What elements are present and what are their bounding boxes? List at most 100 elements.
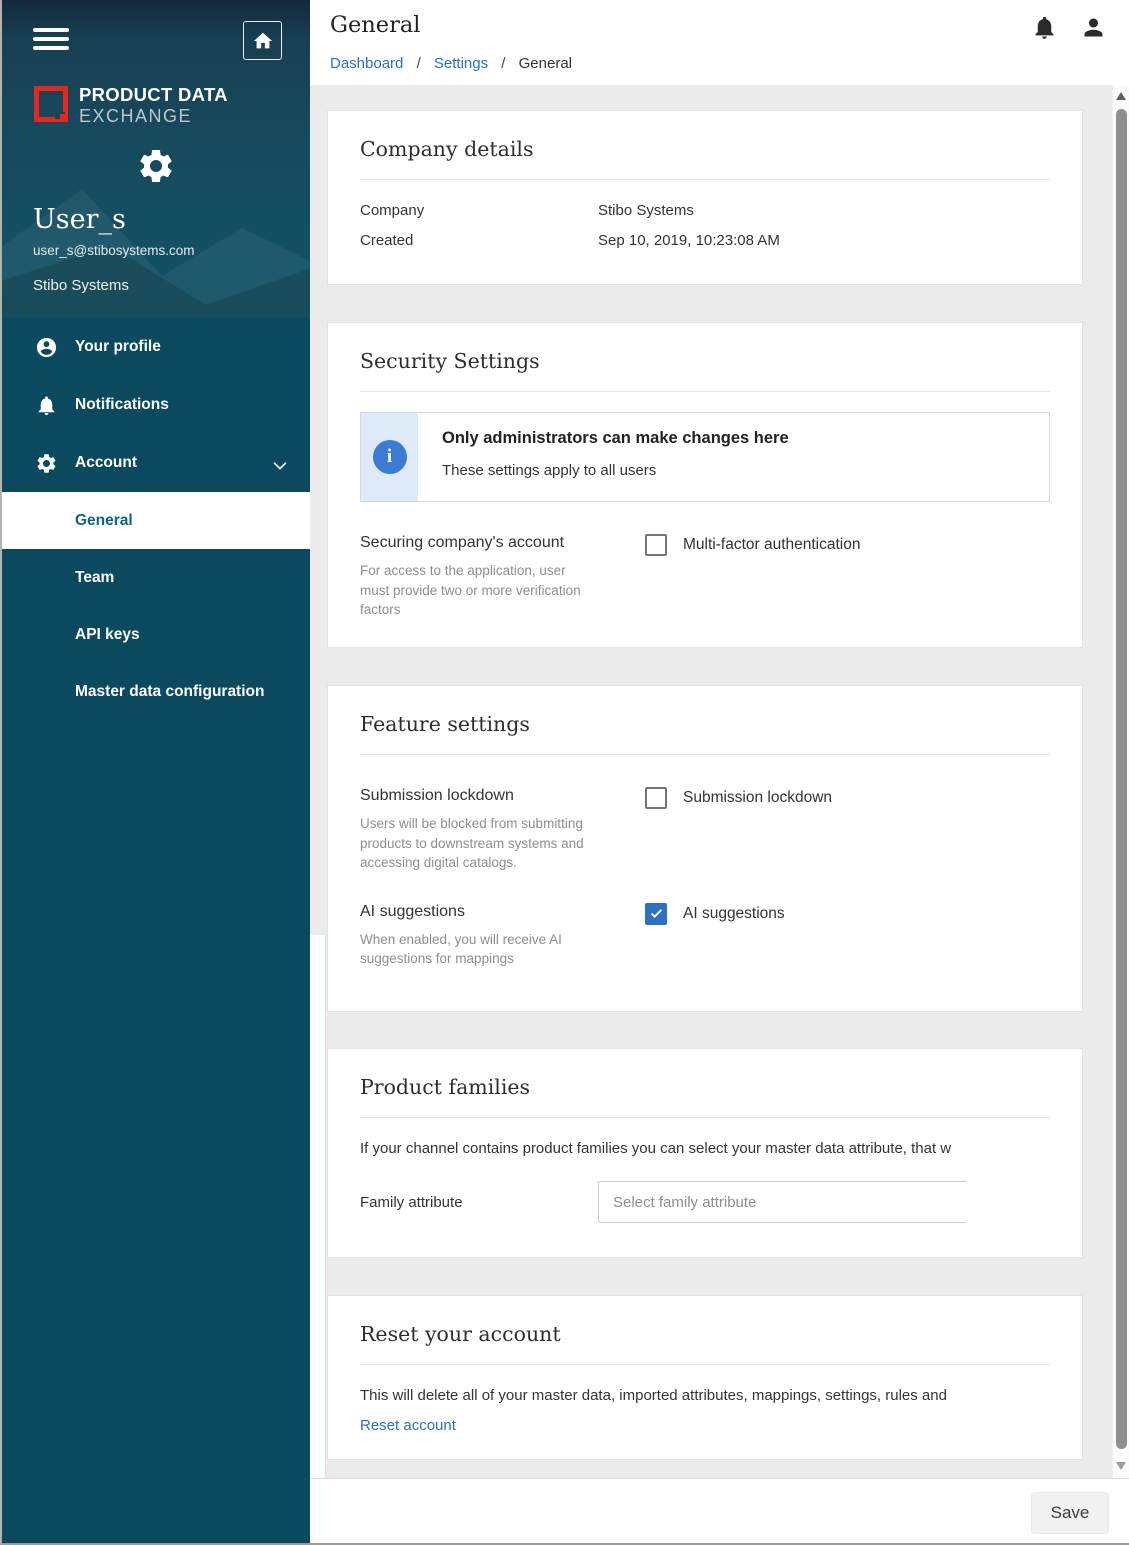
scrollbar-up-arrow-icon[interactable] (1116, 92, 1126, 100)
alert-icon-strip (361, 413, 418, 501)
topbar-icons (1031, 14, 1107, 41)
sidebar-subitem-label: General (75, 512, 133, 530)
submission-lockdown-row: Submission lockdown Users will be blocke… (360, 787, 1050, 873)
divider (360, 179, 1050, 180)
sidebar-subitem-master-data-configuration[interactable]: Master data configuration (2, 663, 310, 720)
sidebar-item-label: Notifications (75, 396, 169, 414)
check-icon (649, 906, 664, 921)
home-button[interactable] (243, 21, 282, 60)
mfa-checkbox-row[interactable]: Multi-factor authentication (645, 534, 860, 556)
divider (360, 1364, 1050, 1365)
submission-lockdown-checkbox-row[interactable]: Submission lockdown (645, 787, 832, 809)
sidebar-item-label: Your profile (75, 338, 161, 356)
security-settings-card: Security Settings Only administrators ca… (327, 322, 1083, 648)
topbar: General Dashboard / Settings / General (310, 0, 1129, 85)
sidebar-item-your-profile[interactable]: Your profile (2, 318, 310, 376)
logo-line2: EXCHANGE (79, 106, 228, 127)
logo-line1: PRODUCT DATA (79, 84, 228, 106)
person-circle-icon (34, 335, 58, 359)
user-company: Stibo Systems (33, 277, 129, 294)
app-window: PRODUCT DATA EXCHANGE User_s user_s@stib… (0, 0, 1129, 1545)
sidebar-nav: Your profile Notifications Account Gener… (2, 318, 310, 720)
page-title: General (330, 12, 420, 38)
setting-description: For access to the application, user must… (360, 561, 590, 620)
gear-icon (34, 451, 58, 475)
sidebar: PRODUCT DATA EXCHANGE User_s user_s@stib… (2, 0, 310, 1543)
setting-label: Submission lockdown (360, 787, 590, 805)
sidebar-subitem-label: API keys (75, 626, 140, 644)
ai-suggestions-checkbox-label: AI suggestions (683, 903, 785, 925)
scrollbar-down-arrow-icon[interactable] (1116, 1462, 1126, 1470)
vertical-scrollbar[interactable] (1112, 85, 1129, 1478)
card-title: Company details (360, 137, 1050, 161)
card-title: Reset your account (360, 1322, 1050, 1346)
ai-suggestions-checkbox[interactable] (645, 903, 667, 925)
breadcrumb-dashboard[interactable]: Dashboard (330, 55, 403, 72)
breadcrumb-settings[interactable]: Settings (434, 55, 488, 72)
breadcrumb-current: General (519, 55, 572, 72)
company-label: Company (360, 202, 598, 219)
mfa-checkbox[interactable] (645, 534, 667, 556)
breadcrumb-separator: / (417, 55, 421, 72)
feature-settings-card: Feature settings Submission lockdown Use… (327, 685, 1083, 1012)
bell-icon (34, 393, 58, 417)
info-icon (373, 440, 407, 474)
sidebar-hero: PRODUCT DATA EXCHANGE User_s user_s@stib… (2, 0, 310, 318)
card-title: Product families (360, 1075, 1050, 1099)
ai-suggestions-checkbox-row[interactable]: AI suggestions (645, 903, 785, 925)
setting-description: Users will be blocked from submitting pr… (360, 814, 590, 873)
home-icon (252, 30, 274, 52)
settings-gear-icon (2, 146, 310, 186)
setting-label: AI suggestions (360, 903, 590, 921)
notifications-bell-icon[interactable] (1031, 14, 1058, 41)
user-name: User_s (33, 204, 126, 235)
company-value: Stibo Systems (598, 202, 694, 219)
sidebar-subitem-api-keys[interactable]: API keys (2, 606, 310, 663)
sidebar-item-account[interactable]: Account (2, 434, 310, 492)
card-title: Feature settings (360, 712, 1050, 736)
divider (360, 1117, 1050, 1118)
sidebar-subitem-label: Team (75, 569, 114, 587)
sidebar-subitem-team[interactable]: Team (2, 549, 310, 606)
submission-lockdown-checkbox[interactable] (645, 787, 667, 809)
company-row: Company Stibo Systems (360, 202, 1050, 219)
product-families-description: If your channel contains product familie… (360, 1140, 966, 1157)
footer-bar: Save (310, 1478, 1129, 1543)
save-button[interactable]: Save (1031, 1492, 1109, 1534)
sidebar-subitem-label: Master data configuration (75, 683, 264, 701)
reset-account-description: This will delete all of your master data… (360, 1387, 966, 1404)
family-attribute-input[interactable] (598, 1181, 966, 1223)
sidebar-item-label: Account (75, 454, 137, 472)
reset-account-card: Reset your account This will delete all … (327, 1295, 1083, 1460)
menu-icon[interactable] (33, 28, 69, 55)
user-profile-icon[interactable] (1080, 14, 1107, 41)
ai-suggestions-row: AI suggestions When enabled, you will re… (360, 903, 1050, 969)
alert-subtitle: These settings apply to all users (442, 462, 789, 479)
company-details-card: Company details Company Stibo Systems Cr… (327, 110, 1083, 285)
created-row: Created Sep 10, 2019, 10:23:08 AM (360, 232, 1050, 249)
sidebar-subitem-general[interactable]: General (2, 492, 310, 549)
content-scroll-area: Company details Company Stibo Systems Cr… (310, 85, 1129, 1478)
setting-description: When enabled, you will receive AI sugges… (360, 930, 590, 969)
family-attribute-row: Family attribute (360, 1181, 966, 1223)
family-attribute-label: Family attribute (360, 1194, 598, 1211)
left-gutter-panel (310, 935, 326, 1478)
user-email: user_s@stibosystems.com (33, 243, 195, 258)
divider (360, 754, 1050, 755)
admin-info-alert: Only administrators can make changes her… (360, 412, 1050, 502)
reset-account-link[interactable]: Reset account (360, 1417, 456, 1434)
sidebar-item-notifications[interactable]: Notifications (2, 376, 310, 434)
alert-title: Only administrators can make changes her… (442, 429, 789, 448)
product-families-card: Product families If your channel contain… (327, 1048, 1083, 1258)
main-column: General Dashboard / Settings / General C… (310, 0, 1129, 1543)
scrollbar-thumb[interactable] (1116, 109, 1127, 1449)
divider (360, 391, 1050, 392)
breadcrumb: Dashboard / Settings / General (330, 55, 572, 72)
logo-red-square-icon (34, 86, 68, 122)
breadcrumb-separator: / (501, 55, 505, 72)
setting-label: Securing company's account (360, 534, 590, 552)
chevron-down-icon (272, 458, 288, 476)
mfa-checkbox-label: Multi-factor authentication (683, 534, 860, 556)
submission-lockdown-checkbox-label: Submission lockdown (683, 787, 832, 809)
card-title: Security Settings (360, 349, 1050, 373)
